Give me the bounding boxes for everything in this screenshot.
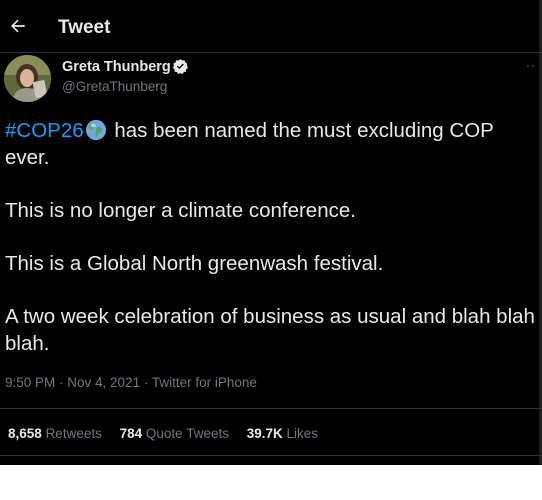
tweet-text: #COP26 has been named the must excluding… — [5, 117, 535, 383]
avatar[interactable] — [4, 55, 51, 102]
engagement-stats: 8,658 Retweets 784 Quote Tweets 39.7K Li… — [8, 426, 332, 441]
verified-badge-icon — [172, 59, 188, 75]
quote-tweets-count: 784 — [119, 426, 143, 441]
avatar-image — [4, 55, 51, 102]
likes-count: 39.7K — [246, 426, 283, 441]
tweet-metadata: 9:50 PM · Nov 4, 2021 · Twitter for iPho… — [5, 375, 257, 390]
meta-separator: · — [140, 375, 152, 390]
likes-stat[interactable]: 39.7K Likes — [247, 426, 318, 441]
earth-globe-icon — [85, 119, 106, 141]
quote-tweets-stat[interactable]: 784 Quote Tweets — [120, 426, 229, 441]
tweet-paragraph-4: A two week celebration of business as us… — [5, 305, 535, 355]
author-name[interactable]: Greta Thunberg — [62, 59, 171, 75]
tweet-paragraph-1: #COP26 has been named the must excluding… — [5, 117, 535, 171]
arrow-left-icon[interactable] — [8, 16, 28, 36]
retweets-stat[interactable]: 8,658 Retweets — [8, 426, 102, 441]
retweets-label: Retweets — [45, 426, 102, 441]
tweet-source[interactable]: Twitter for iPhone — [152, 375, 257, 390]
hashtag-link[interactable]: #COP26 — [5, 119, 84, 142]
tweet-paragraph-2: This is no longer a climate conference. — [5, 199, 356, 222]
more-options-icon[interactable]: ·· — [526, 58, 536, 72]
author-handle[interactable]: @GretaThunberg — [62, 79, 167, 94]
divider — [0, 455, 542, 456]
retweets-count: 8,658 — [8, 426, 42, 441]
quote-tweets-label: Quote Tweets — [145, 426, 229, 441]
header-divider — [0, 52, 542, 53]
likes-label: Likes — [286, 426, 319, 441]
divider — [0, 408, 542, 409]
tweet-paragraph-3: This is a Global North greenwash festiva… — [5, 252, 384, 275]
page-title: Tweet — [58, 17, 111, 38]
top-bar: Tweet — [0, 0, 542, 52]
tweet-timestamp[interactable]: 9:50 PM · Nov 4, 2021 — [5, 375, 140, 390]
tweet-card: Tweet Greta Thunberg @GretaThunberg ·· #… — [0, 0, 542, 465]
